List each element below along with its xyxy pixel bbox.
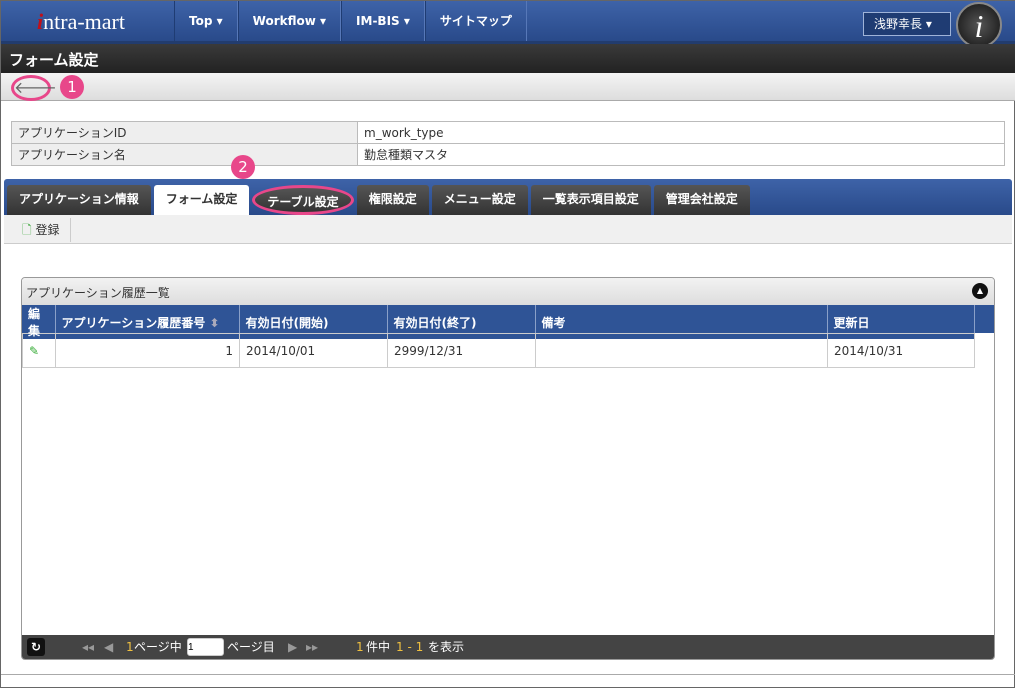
last-page-icon[interactable]: ▸▸ xyxy=(306,635,318,659)
application-info-table: アプリケーションID m_work_type アプリケーション名 勤怠種類マスタ xyxy=(11,121,1005,166)
nav-workflow[interactable]: Workflow ▾ xyxy=(237,1,342,41)
register-button[interactable]: 🗋 登録 xyxy=(12,218,71,242)
first-page-icon[interactable]: ◂◂ xyxy=(82,635,94,659)
history-grid: アプリケーション履歴一覧 ▲ 編集 アプリケーション履歴番号 ⬍ 有効日付(開始)… xyxy=(21,277,995,660)
count-label: 件中 xyxy=(366,640,391,654)
annotation-badge-1: 1 xyxy=(60,75,84,99)
user-menu[interactable]: 浅野幸長 ▾ xyxy=(863,12,951,36)
cell-updated: 2014/10/31 xyxy=(827,333,975,368)
prev-page-icon[interactable]: ◀ xyxy=(104,635,113,659)
cell-history-no: 1 xyxy=(55,333,240,368)
tab-company-settings[interactable]: 管理会社設定 xyxy=(653,185,750,215)
register-label: 登録 xyxy=(35,223,60,237)
nav-im-bis[interactable]: IM-BIS ▾ xyxy=(341,1,425,41)
record-count: 1 xyxy=(356,640,364,654)
pager: ↻ ◂◂ ◀ 1 ページ中 ページ目 ▶ ▸▸ 1 件中 1 - 1 を表示 xyxy=(22,635,994,659)
cell-note xyxy=(535,333,828,368)
tab-table-settings[interactable]: テーブル設定 xyxy=(252,185,354,215)
page-title: フォーム設定 xyxy=(1,44,1015,73)
app-id-label: アプリケーションID xyxy=(11,121,358,144)
tab-list-item-settings[interactable]: 一覧表示項目設定 xyxy=(530,185,651,215)
page-label: ページ目 xyxy=(227,640,275,654)
show-label: を表示 xyxy=(428,640,465,654)
annotation-badge-2: 2 xyxy=(231,155,255,179)
app-id-value: m_work_type xyxy=(357,121,1005,144)
tab-permission-settings[interactable]: 権限設定 xyxy=(356,185,429,215)
total-pages: 1 xyxy=(126,640,134,654)
add-document-icon: 🗋 xyxy=(22,223,32,237)
tab-menu-settings[interactable]: メニュー設定 xyxy=(431,185,528,215)
table-row: ✎ 1 2014/10/01 2999/12/31 2014/10/31 xyxy=(22,333,975,368)
collapse-icon[interactable]: ▲ xyxy=(972,283,988,299)
page-input[interactable] xyxy=(187,638,224,656)
tab-app-info[interactable]: アプリケーション情報 xyxy=(7,185,151,215)
arrow-left-icon: 🡐 xyxy=(14,78,57,97)
sort-icon[interactable]: ⬍ xyxy=(209,316,219,330)
divider xyxy=(1,674,1015,675)
refresh-icon[interactable]: ↻ xyxy=(27,638,45,656)
next-page-icon[interactable]: ▶ xyxy=(288,635,297,659)
cell-start: 2014/10/01 xyxy=(239,333,388,368)
back-button[interactable]: 🡐 xyxy=(11,75,57,101)
nav-sitemap[interactable]: サイトマップ xyxy=(424,1,527,41)
cell-end: 2999/12/31 xyxy=(387,333,536,368)
app-name-label: アプリケーション名 xyxy=(11,143,358,166)
grid-caption: アプリケーション履歴一覧 xyxy=(26,286,170,300)
top-navbar: intra-mart Top ▾ Workflow ▾ IM-BIS ▾ サイト… xyxy=(1,1,1015,48)
of-label: ページ中 xyxy=(134,640,182,654)
record-range: 1 - 1 xyxy=(396,640,424,654)
tab-form-settings[interactable]: フォーム設定 xyxy=(153,185,250,215)
intra-mart-logo[interactable]: intra-mart xyxy=(37,9,125,35)
app-name-value: 勤怠種類マスタ xyxy=(357,143,1005,166)
nav-top[interactable]: Top ▾ xyxy=(174,1,238,41)
tab-bar: アプリケーション情報 フォーム設定 テーブル設定 権限設定 メニュー設定 一覧表… xyxy=(4,179,1012,215)
i-logo-icon[interactable]: i xyxy=(956,2,1002,48)
col-history-no-label: アプリケーション履歴番号 xyxy=(61,315,206,330)
